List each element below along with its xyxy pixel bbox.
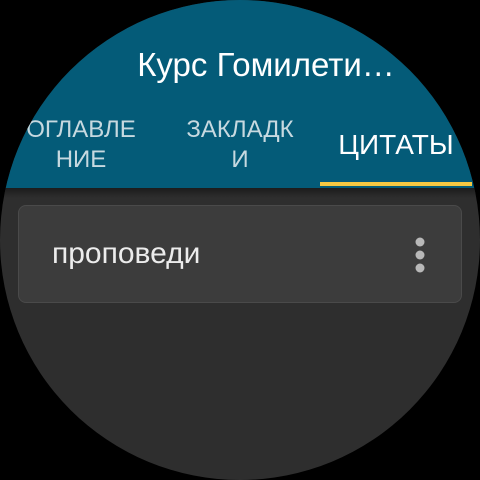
tab-contents[interactable]: Оглавление <box>20 112 142 188</box>
list-item[interactable]: проповеди <box>18 205 462 303</box>
watch-screen: Курс Гомилети… Оглавление Закладки Цитат… <box>0 0 480 480</box>
tab-bookmarks-label: Закладки <box>186 116 294 173</box>
tab-bookmarks[interactable]: Закладки <box>183 112 297 188</box>
more-vert-icon <box>415 237 425 273</box>
active-tab-indicator <box>320 182 472 186</box>
tab-quotes-label: Цитаты <box>338 129 454 160</box>
list-item-text: проповеди <box>52 237 201 270</box>
tab-quotes[interactable]: Цитаты <box>320 112 472 188</box>
app-bar: Курс Гомилети… Оглавление Закладки Цитат… <box>0 0 480 188</box>
app-bar-shadow <box>0 188 480 198</box>
tab-contents-label: Оглавление <box>26 116 136 173</box>
app-title: Курс Гомилети… <box>137 46 395 83</box>
more-options-button[interactable] <box>399 230 441 280</box>
